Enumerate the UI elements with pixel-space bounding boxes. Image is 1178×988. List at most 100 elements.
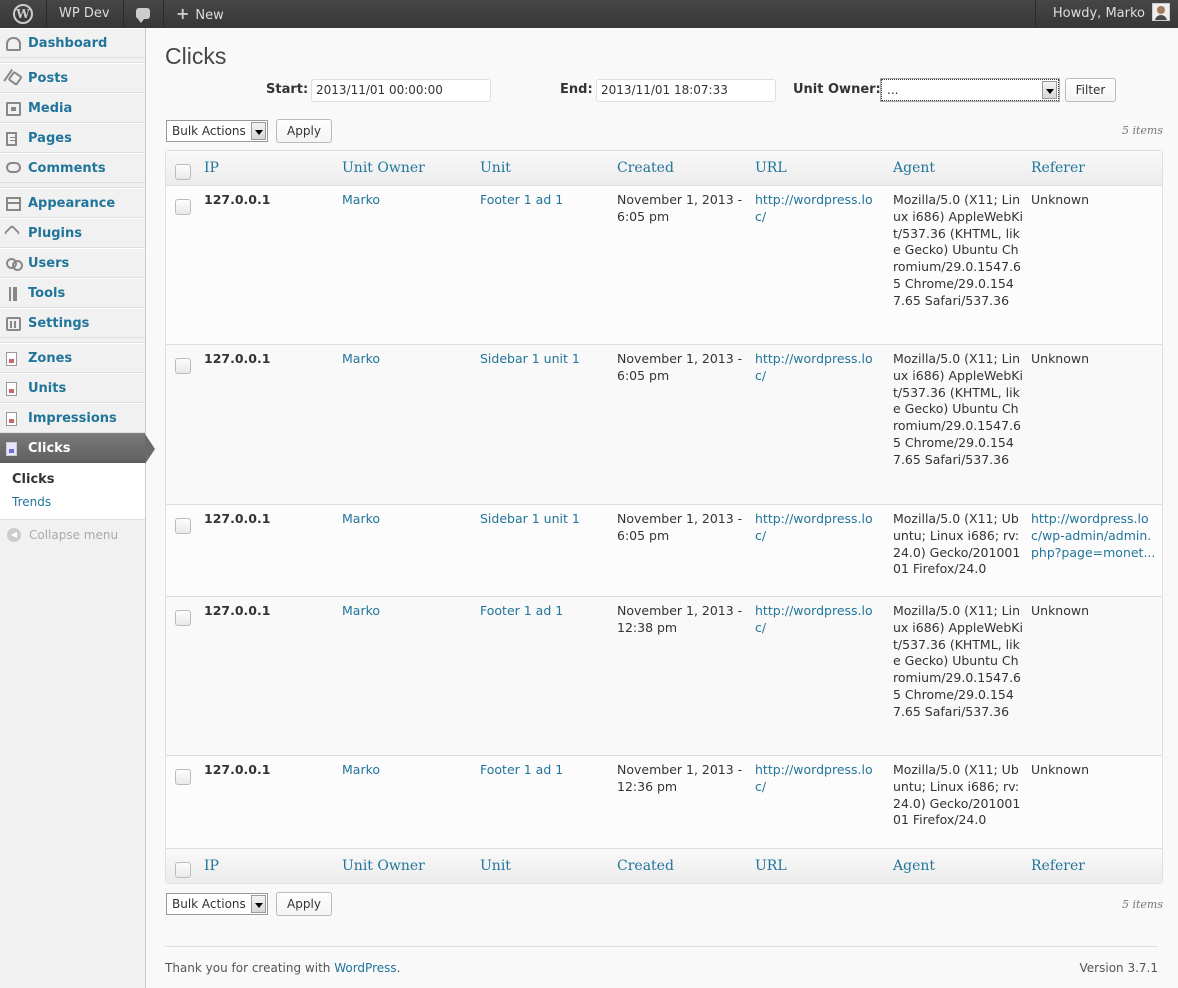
menu-item-dashboard[interactable]: Dashboard xyxy=(0,28,145,58)
submenu-item-clicks[interactable]: Clicks xyxy=(0,469,145,491)
menu-item-label: Settings xyxy=(28,316,90,331)
url-link[interactable]: http://wordpress.loc/ xyxy=(755,603,883,637)
column-header-url[interactable]: URL xyxy=(755,160,787,176)
unit-owner-link[interactable]: Marko xyxy=(342,511,472,528)
bulk-actions-select-top[interactable]: Bulk Actions xyxy=(166,120,268,142)
end-date-input[interactable]: 2013/11/01 18:07:33 xyxy=(596,79,776,102)
table-row: 127.0.0.1 Marko Sidebar 1 unit 1 Novembe… xyxy=(166,345,1162,505)
wordpress-logo-icon[interactable]: W xyxy=(0,0,46,28)
select-all-checkbox[interactable] xyxy=(175,862,191,878)
unit-link[interactable]: Sidebar 1 unit 1 xyxy=(480,351,610,368)
table-footer: IP Unit Owner Unit Created URL Agent Ref… xyxy=(166,848,1162,883)
created-cell: November 1, 2013 - 12:38 pm xyxy=(617,603,743,635)
menu-item-media[interactable]: Media xyxy=(0,93,145,123)
menu-item-settings[interactable]: Settings xyxy=(0,308,145,338)
clicks-submenu: Clicks Trends xyxy=(0,463,145,520)
table-row: 127.0.0.1 Marko Footer 1 ad 1 November 1… xyxy=(166,186,1162,345)
unit-owner-link[interactable]: Marko xyxy=(342,762,472,779)
url-link[interactable]: http://wordpress.loc/ xyxy=(755,511,883,545)
unit-owner-link[interactable]: Marko xyxy=(342,351,472,368)
menu-item-label: Clicks xyxy=(28,441,71,456)
users-icon xyxy=(6,257,23,271)
menu-item-clicks[interactable]: Clicks xyxy=(0,433,155,464)
apply-button-top[interactable]: Apply xyxy=(276,119,332,143)
row-checkbox[interactable] xyxy=(175,610,191,626)
url-link[interactable]: http://wordpress.loc/ xyxy=(755,762,883,796)
column-footer-referer[interactable]: Referer xyxy=(1031,858,1085,874)
site-name-link[interactable]: WP Dev xyxy=(47,0,122,28)
menu-item-impressions[interactable]: Impressions xyxy=(0,403,145,433)
filter-button[interactable]: Filter xyxy=(1065,78,1116,102)
ip-cell: 127.0.0.1 xyxy=(204,351,271,366)
unit-owner-link[interactable]: Marko xyxy=(342,603,472,620)
row-checkbox[interactable] xyxy=(175,518,191,534)
column-footer-unit[interactable]: Unit xyxy=(480,858,511,874)
column-footer-agent[interactable]: Agent xyxy=(893,858,935,874)
row-checkbox[interactable] xyxy=(175,199,191,215)
menu-item-units[interactable]: Units xyxy=(0,373,145,403)
unit-link[interactable]: Footer 1 ad 1 xyxy=(480,762,610,779)
menu-item-comments[interactable]: Comments xyxy=(0,153,145,183)
submenu-item-trends[interactable]: Trends xyxy=(0,491,145,513)
collapse-menu-button[interactable]: ◀ Collapse menu xyxy=(0,520,145,550)
agent-cell: Mozilla/5.0 (X11; Linux i686) AppleWebKi… xyxy=(893,192,1023,308)
ip-cell: 127.0.0.1 xyxy=(204,603,271,618)
referer-cell: Unknown xyxy=(1031,351,1090,366)
column-header-agent[interactable]: Agent xyxy=(893,160,935,176)
table-row: 127.0.0.1 Marko Footer 1 ad 1 November 1… xyxy=(166,597,1162,756)
my-account-menu[interactable]: Howdy, Marko xyxy=(1040,0,1178,28)
menu-item-tools[interactable]: Tools xyxy=(0,278,145,308)
unit-link[interactable]: Footer 1 ad 1 xyxy=(480,192,610,209)
table-row: 127.0.0.1 Marko Footer 1 ad 1 November 1… xyxy=(166,756,1162,848)
comment-icon xyxy=(6,162,21,173)
referer-cell: Unknown xyxy=(1031,762,1090,777)
select-all-checkbox[interactable] xyxy=(175,164,191,180)
end-label: End: xyxy=(560,82,593,97)
start-date-input[interactable]: 2013/11/01 00:00:00 xyxy=(311,79,491,102)
wordpress-link[interactable]: WordPress xyxy=(334,961,396,975)
media-icon xyxy=(6,102,21,116)
menu-item-label: Units xyxy=(28,381,67,396)
unit-link[interactable]: Footer 1 ad 1 xyxy=(480,603,610,620)
menu-item-zones[interactable]: Zones xyxy=(0,343,145,373)
menu-item-appearance[interactable]: Appearance xyxy=(0,188,145,218)
footer-thanks: Thank you for creating with WordPress. xyxy=(165,961,400,975)
column-footer-ip[interactable]: IP xyxy=(204,858,219,874)
unit-owner-select[interactable]: ... xyxy=(880,78,1060,102)
row-checkbox[interactable] xyxy=(175,358,191,374)
url-link[interactable]: http://wordpress.loc/ xyxy=(755,351,883,385)
bulk-actions-select-bottom[interactable]: Bulk Actions xyxy=(166,893,268,915)
referer-cell: Unknown xyxy=(1031,192,1090,207)
chevron-down-icon xyxy=(251,122,266,140)
bulk-actions-selected: Bulk Actions xyxy=(172,124,246,138)
column-header-unit-owner[interactable]: Unit Owner xyxy=(342,160,425,176)
agent-cell: Mozilla/5.0 (X11; Linux i686) AppleWebKi… xyxy=(893,351,1023,467)
unit-link[interactable]: Sidebar 1 unit 1 xyxy=(480,511,610,528)
menu-item-pages[interactable]: Pages xyxy=(0,123,145,153)
start-label: Start: xyxy=(266,82,309,97)
document-icon xyxy=(6,412,17,426)
menu-item-label: Dashboard xyxy=(28,36,108,51)
menu-item-plugins[interactable]: Plugins xyxy=(0,218,145,248)
apply-button-bottom[interactable]: Apply xyxy=(276,892,332,916)
url-link[interactable]: http://wordpress.loc/ xyxy=(755,192,883,226)
column-header-created[interactable]: Created xyxy=(617,160,674,176)
referer-cell: Unknown xyxy=(1031,603,1090,618)
comments-icon[interactable] xyxy=(124,0,162,28)
admin-bar-divider xyxy=(1035,0,1036,28)
menu-item-users[interactable]: Users xyxy=(0,248,145,278)
column-footer-created[interactable]: Created xyxy=(617,858,674,874)
unit-owner-link[interactable]: Marko xyxy=(342,192,472,209)
new-content-button[interactable]: + New xyxy=(164,0,236,28)
ip-cell: 127.0.0.1 xyxy=(204,511,271,526)
column-header-referer[interactable]: Referer xyxy=(1031,160,1085,176)
column-header-ip[interactable]: IP xyxy=(204,160,334,176)
column-footer-unit-owner[interactable]: Unit Owner xyxy=(342,858,425,874)
row-checkbox[interactable] xyxy=(175,769,191,785)
referer-link[interactable]: http://wordpress.loc/wp-admin/admin.php?… xyxy=(1031,511,1159,561)
menu-item-label: Impressions xyxy=(28,411,117,426)
column-header-unit[interactable]: Unit xyxy=(480,160,511,176)
column-footer-url[interactable]: URL xyxy=(755,858,787,874)
plugin-icon xyxy=(3,224,21,242)
menu-item-posts[interactable]: Posts xyxy=(0,63,145,93)
